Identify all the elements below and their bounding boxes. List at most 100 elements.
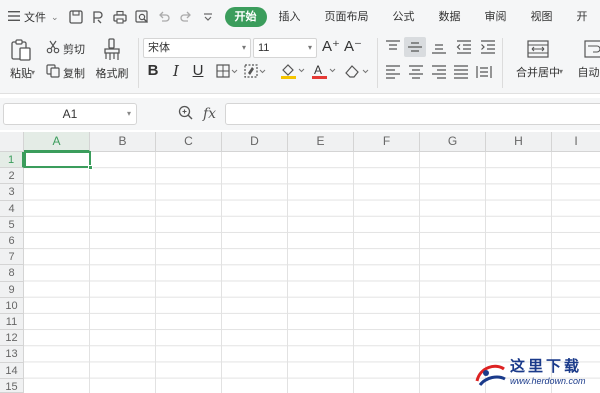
align-top-icon[interactable] <box>385 40 401 57</box>
menu-bar: 文件 ⌄ 开始 插入 页面布局 公式 数据 审阅 视图 开 <box>0 0 600 34</box>
bold-icon[interactable]: B <box>145 62 161 80</box>
site-watermark: 这里下载 www.herdown.com <box>470 355 600 393</box>
cut-button[interactable]: 剪切 <box>46 40 85 57</box>
decrease-indent-icon[interactable] <box>456 40 472 57</box>
clear-format-icon[interactable] <box>344 64 370 81</box>
select-all-corner[interactable] <box>0 132 24 152</box>
increase-indent-icon[interactable] <box>480 40 496 57</box>
format-painter-label: 格式刷 <box>95 68 129 80</box>
tab-formulas[interactable]: 公式 <box>381 7 427 27</box>
print-icon[interactable] <box>111 8 129 26</box>
row-header-15[interactable]: 15 <box>0 378 24 393</box>
fill-color-icon[interactable] <box>280 63 306 82</box>
formula-input[interactable] <box>225 103 600 125</box>
file-menu-label: 文件 <box>24 12 46 24</box>
align-left-icon[interactable] <box>385 65 401 82</box>
column-header-f[interactable]: F <box>354 132 420 152</box>
quick-access-toolbar <box>67 8 217 26</box>
zoom-formula-icon[interactable] <box>178 105 193 123</box>
tab-home[interactable]: 开始 <box>224 7 267 27</box>
justify-icon[interactable] <box>453 65 469 82</box>
watermark-title: 这里下载 <box>510 357 583 375</box>
wrap-text-button[interactable]: 自动换 <box>574 40 600 80</box>
file-menu-button[interactable]: 文件 ⌄ <box>0 0 59 34</box>
font-name-value: 宋体 <box>148 42 170 54</box>
italic-icon[interactable]: I <box>168 62 184 80</box>
insert-function-icon[interactable]: fx <box>203 106 216 122</box>
save-icon[interactable] <box>67 8 85 26</box>
row-header-8[interactable]: 8 <box>0 265 24 282</box>
row-header-6[interactable]: 6 <box>0 233 24 250</box>
redo-icon[interactable] <box>177 8 195 26</box>
watermark-logo-icon <box>474 357 508 393</box>
tab-view[interactable]: 视图 <box>519 7 565 27</box>
merge-cells-icon <box>527 40 549 61</box>
merge-dropdown-icon[interactable]: ▾ <box>559 67 563 76</box>
active-cell-a1[interactable] <box>24 151 93 170</box>
row-header-5[interactable]: 5 <box>0 216 24 233</box>
customize-toolbar-icon[interactable] <box>199 8 217 26</box>
align-center-icon[interactable] <box>408 65 424 82</box>
font-name-select[interactable]: 宋体 ▾ <box>143 38 251 58</box>
column-header-c[interactable]: C <box>156 132 222 152</box>
underline-icon[interactable]: U <box>190 62 206 80</box>
chevron-down-icon: ⌄ <box>51 11 59 22</box>
ribbon-divider <box>502 38 503 88</box>
font-color-icon[interactable]: A <box>311 63 337 82</box>
column-header-i[interactable]: I <box>552 132 600 152</box>
increase-font-size-icon[interactable]: A⁺ <box>322 38 340 56</box>
ribbon-divider <box>138 38 139 88</box>
column-header-e[interactable]: E <box>288 132 354 152</box>
align-bottom-icon[interactable] <box>431 40 447 57</box>
column-header-b[interactable]: B <box>90 132 156 152</box>
name-box[interactable]: A1 ▾ <box>3 103 137 125</box>
export-pdf-icon[interactable] <box>89 8 107 26</box>
wrap-text-label: 自动换 <box>577 67 600 79</box>
column-header-h[interactable]: H <box>486 132 552 152</box>
row-header-13[interactable]: 13 <box>0 346 24 363</box>
tab-review[interactable]: 审阅 <box>473 7 519 27</box>
font-size-select[interactable]: 11 ▾ <box>253 38 317 58</box>
align-right-icon[interactable] <box>431 65 447 82</box>
row-header-10[interactable]: 10 <box>0 297 24 314</box>
distributed-align-icon[interactable] <box>476 65 492 82</box>
merge-center-label: 合并居中 <box>516 67 560 79</box>
row-header-7[interactable]: 7 <box>0 249 24 266</box>
formula-bar: A1 ▾ fx <box>0 98 600 130</box>
print-preview-icon[interactable] <box>133 8 151 26</box>
column-header-g[interactable]: G <box>420 132 486 152</box>
paste-icon <box>10 38 32 65</box>
brush-icon <box>101 38 123 65</box>
undo-icon[interactable] <box>155 8 173 26</box>
copy-label: 复制 <box>63 67 85 80</box>
paste-label: 粘贴 <box>10 68 32 80</box>
row-header-1[interactable]: 1 <box>0 152 24 169</box>
cut-label: 剪切 <box>63 43 85 56</box>
tab-data[interactable]: 数据 <box>427 7 473 27</box>
wrap-text-icon <box>584 40 600 61</box>
row-header-9[interactable]: 9 <box>0 281 24 298</box>
chevron-down-icon: ▾ <box>241 43 246 52</box>
ribbon-home: 粘贴 ▾ 剪切 复制 格式刷 宋体 ▾ 11 ▾ A⁺ A⁻ B I U A 合… <box>0 34 600 94</box>
tab-insert[interactable]: 插入 <box>267 7 313 27</box>
decrease-font-size-icon[interactable]: A⁻ <box>344 38 362 56</box>
cell-style-icon[interactable] <box>244 64 266 81</box>
row-header-12[interactable]: 12 <box>0 330 24 347</box>
tab-developer[interactable]: 开 <box>565 7 600 27</box>
row-header-14[interactable]: 14 <box>0 362 24 379</box>
hamburger-icon <box>8 10 20 24</box>
row-header-4[interactable]: 4 <box>0 200 24 217</box>
column-header-d[interactable]: D <box>222 132 288 152</box>
row-header-11[interactable]: 11 <box>0 314 24 331</box>
borders-icon[interactable] <box>216 64 238 81</box>
copy-button[interactable]: 复制 <box>46 64 85 81</box>
fill-handle[interactable] <box>88 165 93 170</box>
name-box-value: A1 <box>62 107 78 121</box>
paste-dropdown-icon[interactable]: ▾ <box>31 68 35 77</box>
tab-page-layout[interactable]: 页面布局 <box>313 7 381 27</box>
format-painter-button[interactable]: 格式刷 <box>92 38 132 81</box>
row-header-3[interactable]: 3 <box>0 184 24 201</box>
align-middle-icon[interactable] <box>404 37 426 57</box>
row-header-2[interactable]: 2 <box>0 168 24 185</box>
column-header-a[interactable]: A <box>24 132 90 152</box>
